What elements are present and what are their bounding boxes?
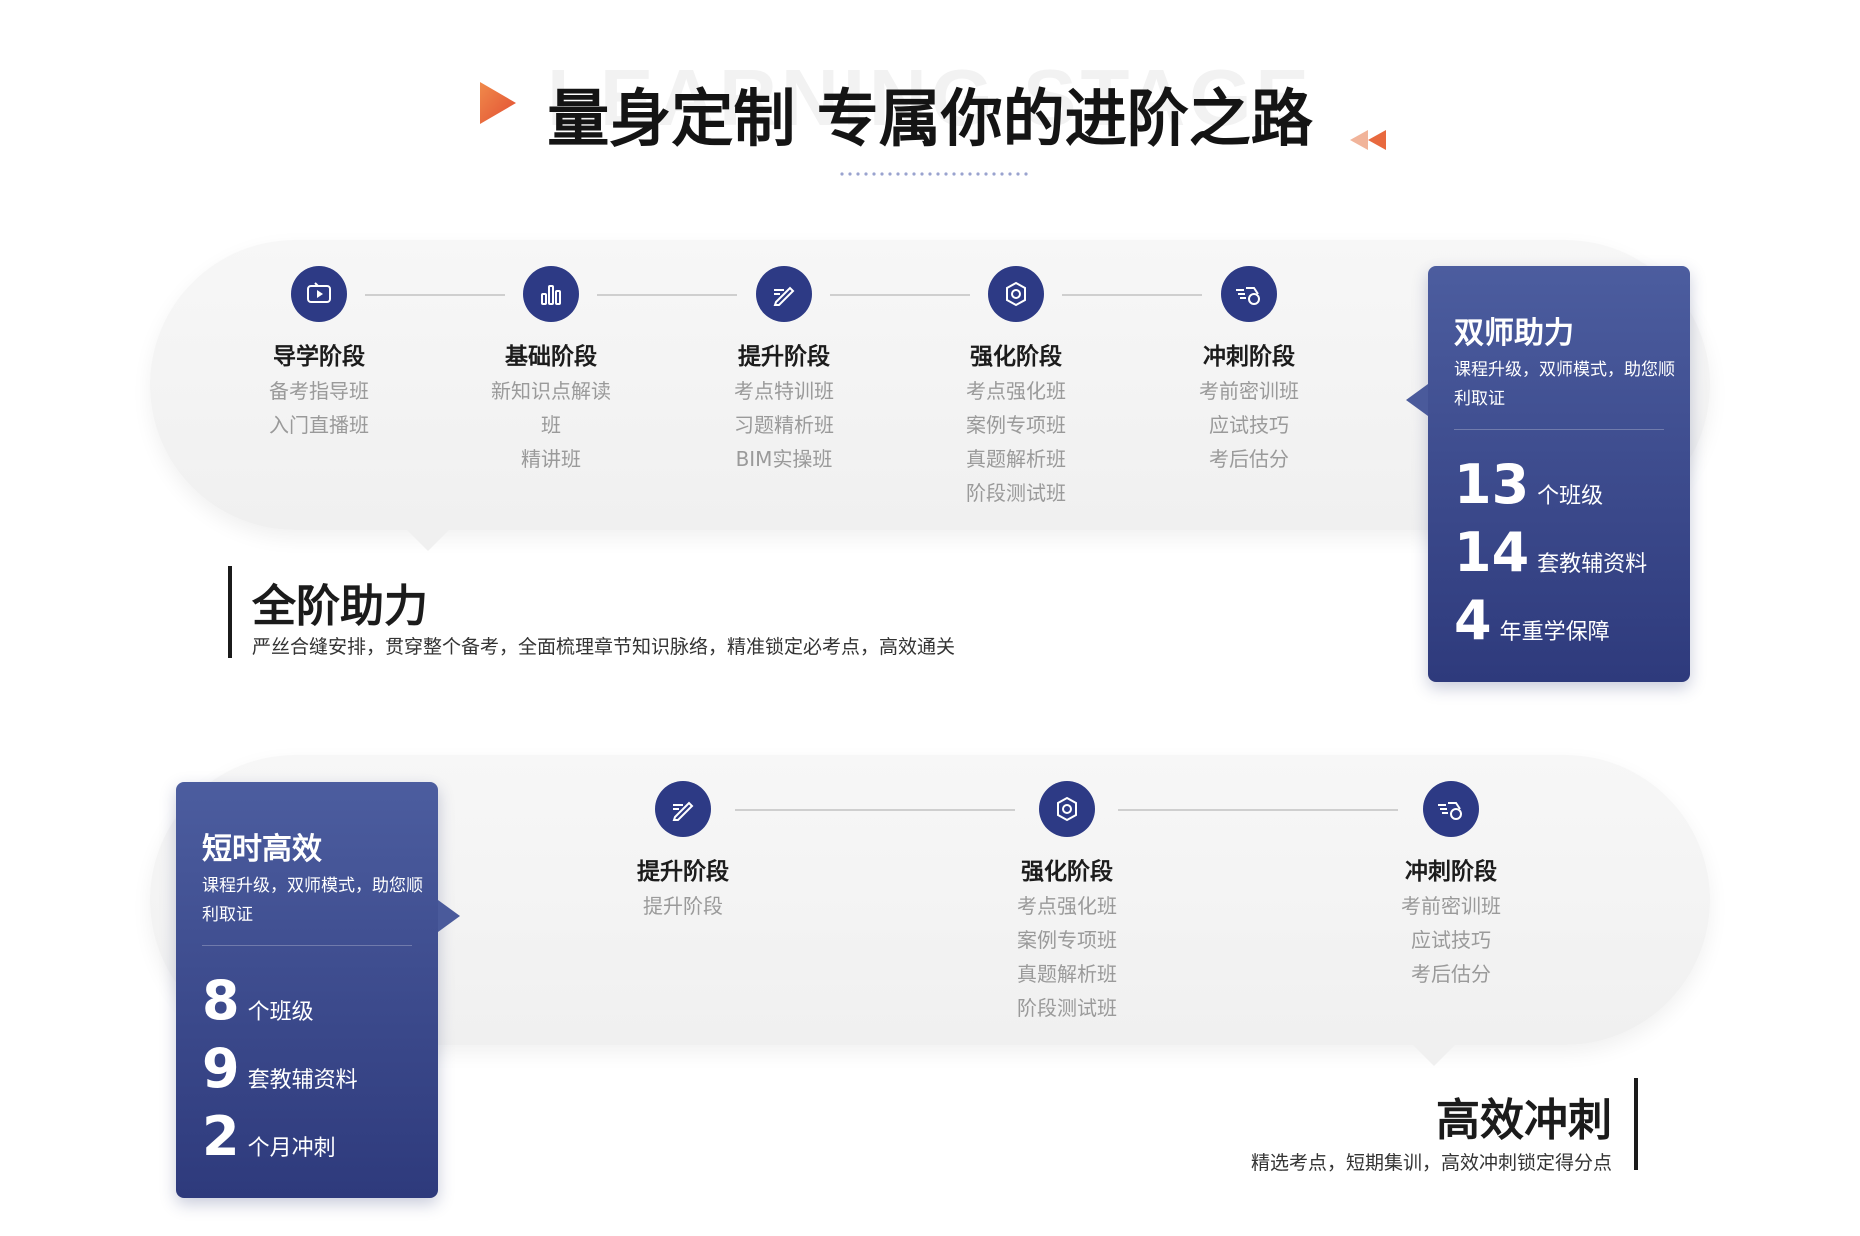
stage-item: 阶段测试班	[966, 480, 1066, 505]
stage-improve: 提升阶段 考点特训班 习题精析班 BIM实操班	[684, 266, 884, 476]
track-1-notch	[406, 529, 450, 551]
stage-strengthen: 强化阶段 考点强化班 案例专项班 真题解析班 阶段测试班	[916, 266, 1116, 510]
card-description: 课程升级，双师模式，助您顺利取证	[202, 876, 423, 925]
card-stat: 4 年重学保障	[1454, 594, 1610, 648]
rewind-icon	[1350, 130, 1386, 150]
stage-item: 考前密训班	[1401, 893, 1501, 918]
stat-unit: 个班级	[247, 1000, 314, 1025]
stage-item: 真题解析班	[966, 446, 1066, 471]
stat-unit: 年重学保障	[1499, 620, 1610, 645]
bar-chart-icon	[523, 266, 579, 322]
stage-guide: 导学阶段 备考指导班 入门直播班	[219, 266, 419, 442]
page-header: LEARNING STAGE 量身定制 专属你的进阶之路	[0, 0, 1860, 200]
stage-title: 提升阶段	[738, 344, 830, 370]
page-title: 量身定制 专属你的进阶之路	[547, 82, 1313, 155]
card-divider	[1454, 429, 1664, 430]
card-stat: 2 个月冲刺	[202, 1110, 336, 1164]
target-icon	[1039, 781, 1095, 837]
section-2-label: 高效冲刺 精选考点，短期集训，高效冲刺锁定得分点	[1074, 1078, 1638, 1174]
stage-item: 应试技巧	[1209, 412, 1289, 437]
stat-unit: 个班级	[1537, 484, 1604, 509]
stat-number: 9	[202, 1037, 240, 1100]
stage-sprint-2: 冲刺阶段 考前密训班 应试技巧 考后估分	[1351, 781, 1551, 991]
stat-unit: 个月冲刺	[247, 1136, 336, 1161]
card-description: 课程升级，双师模式，助您顺利取证	[1454, 360, 1675, 409]
stage-title: 基础阶段	[505, 344, 597, 370]
stage-item: BIM实操班	[735, 446, 833, 471]
card-divider	[202, 945, 412, 946]
stage-item: 阶段测试班	[1017, 995, 1117, 1020]
stage-title: 冲刺阶段	[1405, 859, 1497, 885]
card-pointer	[1406, 384, 1428, 416]
stage-item: 考后估分	[1411, 961, 1491, 986]
short-efficient-card: 短时高效 课程升级，双师模式，助您顺利取证 8 个班级 9 套教辅资料 2 个月冲刺	[176, 782, 460, 1198]
stat-unit: 套教辅资料	[247, 1068, 358, 1093]
stage-title: 冲刺阶段	[1203, 344, 1295, 370]
card-stat: 13 个班级	[1454, 458, 1603, 512]
stage-improve-2: 提升阶段 提升阶段	[583, 781, 783, 923]
stage-sprint: 冲刺阶段 考前密训班 应试技巧 考后估分	[1149, 266, 1349, 476]
stage-item: 习题精析班	[734, 412, 834, 437]
play-icon	[480, 82, 516, 124]
stage-item: 案例专项班	[1017, 927, 1117, 952]
target-icon	[988, 266, 1044, 322]
stage-item: 考前密训班	[1199, 378, 1299, 403]
stat-number: 8	[202, 969, 240, 1032]
stage-basic: 基础阶段 新知识点解读 班 精讲班	[451, 266, 651, 476]
stage-item: 新知识点解读	[491, 378, 611, 403]
sprint-icon	[1221, 266, 1277, 322]
stage-item: 精讲班	[521, 446, 581, 471]
section-description: 精选考点，短期集训，高效冲刺锁定得分点	[1250, 1152, 1612, 1174]
stat-number: 13	[1454, 453, 1530, 516]
section-description: 严丝合缝安排，贯穿整个备考，全面梳理章节知识脉络，精准锁定必考点，高效通关	[252, 636, 956, 658]
track-2-notch	[1412, 1044, 1456, 1066]
card-stat: 8 个班级	[202, 974, 314, 1028]
stage-title: 强化阶段	[970, 344, 1062, 370]
video-icon	[291, 266, 347, 322]
section-title: 全阶助力	[252, 581, 428, 632]
stage-title: 导学阶段	[273, 344, 365, 370]
stage-item: 考点特训班	[734, 378, 834, 403]
stage-item: 提升阶段	[643, 893, 723, 918]
stage-item: 应试技巧	[1411, 927, 1491, 952]
pen-icon	[756, 266, 812, 322]
stage-strengthen-2: 强化阶段 考点强化班 案例专项班 真题解析班 阶段测试班	[967, 781, 1167, 1025]
stage-title: 强化阶段	[1021, 859, 1113, 885]
sprint-icon	[1423, 781, 1479, 837]
stat-number: 14	[1454, 521, 1530, 584]
stage-item: 真题解析班	[1017, 961, 1117, 986]
card-stat: 9 套教辅资料	[202, 1042, 358, 1096]
header-dots	[840, 172, 1028, 176]
stage-item: 入门直播班	[269, 412, 369, 437]
card-pointer	[438, 900, 460, 932]
card-stat: 14 套教辅资料	[1454, 526, 1647, 580]
pen-icon	[655, 781, 711, 837]
stage-item: 考点强化班	[1017, 893, 1117, 918]
stage-item: 备考指导班	[269, 378, 369, 403]
section-1-label: 全阶助力 严丝合缝安排，贯穿整个备考，全面梳理章节知识脉络，精准锁定必考点，高效…	[228, 566, 1132, 658]
stat-number: 4	[1454, 589, 1492, 652]
stage-item: 案例专项班	[966, 412, 1066, 437]
card-title: 短时高效	[202, 832, 322, 867]
section-title: 高效冲刺	[1436, 1095, 1612, 1146]
stat-unit: 套教辅资料	[1537, 552, 1648, 577]
stage-title: 提升阶段	[637, 859, 729, 885]
dual-teacher-card: 双师助力 课程升级，双师模式，助您顺利取证 13 个班级 14 套教辅资料 4 年重学…	[1406, 266, 1690, 682]
card-title: 双师助力	[1454, 316, 1574, 351]
stat-number: 2	[202, 1105, 240, 1168]
stage-item: 班	[541, 412, 561, 437]
stage-item: 考点强化班	[966, 378, 1066, 403]
stage-item: 考后估分	[1209, 446, 1289, 471]
